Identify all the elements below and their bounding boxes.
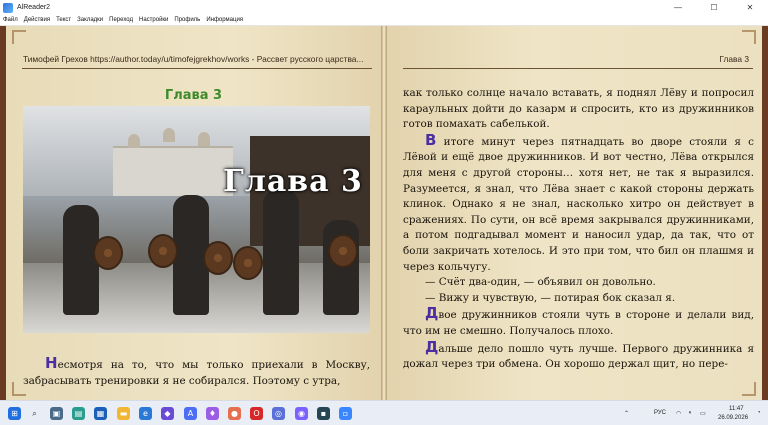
app-icon-purple[interactable]: ◆ xyxy=(161,407,174,420)
page-ornament xyxy=(12,30,26,44)
title-bar: AlReader2 — ☐ ✕ xyxy=(0,0,768,15)
illustration-dome xyxy=(163,128,175,142)
menu-settings[interactable]: Настройки xyxy=(139,17,168,23)
illustration-dome xyxy=(128,134,140,148)
illustration-shield xyxy=(233,246,263,280)
maximize-button[interactable]: ☐ xyxy=(696,0,732,15)
page-text: как только солнце начало вставать, я под… xyxy=(403,86,754,373)
paragraph: Несмотря на то, что мы только приехали в… xyxy=(23,354,370,389)
tray-chevron-icon[interactable]: ⌃ xyxy=(624,410,629,417)
drop-cap: Д xyxy=(425,337,439,356)
chapter-illustration: Глава 3 xyxy=(23,106,370,333)
running-head: Глава 3 xyxy=(719,54,749,64)
paragraph-text: вое дружинников стояли чуть в стороне и … xyxy=(403,309,754,337)
taskbar: ⊞ ⌕ ▣ ▤ ▦ ▬ e ◆ A ♦ ● O ◎ ◉ ▪ ▫ ⌃ РУС ◠ … xyxy=(0,400,768,425)
app-icon-indigo[interactable]: ◉ xyxy=(295,407,308,420)
illustration-caption: Глава 3 xyxy=(223,164,363,199)
minimize-button[interactable]: — xyxy=(660,0,696,15)
menu-bookmarks[interactable]: Закладки xyxy=(77,17,103,23)
illustration-dome xyxy=(198,132,210,146)
page-text: Несмотря на то, что мы только приехали в… xyxy=(23,354,370,389)
menu-actions[interactable]: Действия xyxy=(24,17,50,23)
start-icon[interactable]: ⊞ xyxy=(8,407,21,420)
page-ornament xyxy=(742,382,756,396)
illustration-warrior xyxy=(263,190,299,315)
paragraph-text: альше дело пошло чуть лучше. Первого дру… xyxy=(403,342,754,371)
clock-date[interactable]: 26.09.2026 xyxy=(718,415,748,421)
paragraph-text: итоге минут через пятнадцать во дворе ст… xyxy=(403,135,754,273)
menu-file[interactable]: Файл xyxy=(3,17,18,23)
paragraph-text: есмотря на то, что мы только приехали в … xyxy=(23,359,370,387)
volume-icon[interactable]: ◖ xyxy=(688,410,692,416)
opera-icon[interactable]: O xyxy=(250,407,263,420)
store-icon[interactable]: ▦ xyxy=(94,407,107,420)
close-button[interactable]: ✕ xyxy=(732,0,768,15)
book-view[interactable]: Тимофей Грехов https://author.today/u/ti… xyxy=(0,26,768,400)
header-divider xyxy=(22,68,372,69)
drop-cap: Н xyxy=(45,354,58,372)
clock-time[interactable]: 11:47 xyxy=(729,406,744,412)
menu-text[interactable]: Текст xyxy=(56,17,71,23)
left-page[interactable]: Тимофей Грехов https://author.today/u/ti… xyxy=(6,26,381,400)
running-head: Тимофей Грехов https://author.today/u/ti… xyxy=(23,54,364,64)
app-icon-violet[interactable]: ♦ xyxy=(206,407,219,420)
drop-cap: Д xyxy=(425,304,439,323)
widgets-icon[interactable]: ▤ xyxy=(72,407,85,420)
page-ornament xyxy=(742,30,756,44)
illustration-shield xyxy=(148,234,178,268)
header-divider xyxy=(403,68,753,69)
chrome-icon[interactable]: ● xyxy=(228,407,241,420)
menu-navigate[interactable]: Переход xyxy=(109,17,133,23)
search-icon[interactable]: ⌕ xyxy=(28,407,41,420)
menu-bar: Файл Действия Текст Закладки Переход Нас… xyxy=(0,15,768,26)
folder-icon[interactable]: ▬ xyxy=(117,407,130,420)
language-indicator[interactable]: РУС xyxy=(654,410,666,416)
menu-info[interactable]: Информация xyxy=(206,17,243,23)
alreader-icon[interactable]: A xyxy=(184,407,197,420)
menu-profile[interactable]: Профиль xyxy=(174,17,200,23)
illustration-kremlin xyxy=(113,146,233,196)
right-page[interactable]: Глава 3 как только солнце начало встават… xyxy=(387,26,762,400)
wifi-icon[interactable]: ◠ xyxy=(676,410,681,417)
drop-cap: В xyxy=(425,130,437,149)
illustration-shield xyxy=(203,241,233,275)
paragraph: как только солнце начало вставать, я под… xyxy=(403,87,754,131)
illustration-shield xyxy=(328,234,358,268)
dialog-line: — Счёт два-один, — объявил он довольно. xyxy=(425,276,656,289)
app-icon-azure[interactable]: ▫ xyxy=(339,407,352,420)
battery-icon[interactable]: ▭ xyxy=(700,410,706,417)
window-title: AlReader2 xyxy=(17,4,51,11)
edge-icon[interactable]: e xyxy=(139,407,152,420)
app-icon xyxy=(3,2,13,13)
app-icon-blue[interactable]: ◎ xyxy=(272,407,285,420)
notifications-icon[interactable]: ◔ xyxy=(757,410,761,416)
dialog-line: — Вижу и чувствую, — потирая бок сказал … xyxy=(425,291,676,304)
paragraph: Двое дружинников стояли чуть в стороне и… xyxy=(403,306,754,339)
paragraph: Дальше дело пошло чуть лучше. Первого др… xyxy=(403,337,754,373)
illustration-shield xyxy=(93,236,123,270)
paragraph: В итоге минут через пятнадцать во дворе … xyxy=(403,130,754,275)
app-icon-dark[interactable]: ▪ xyxy=(317,407,330,420)
chapter-title: Глава 3 xyxy=(164,88,223,103)
task-view-icon[interactable]: ▣ xyxy=(50,407,63,420)
